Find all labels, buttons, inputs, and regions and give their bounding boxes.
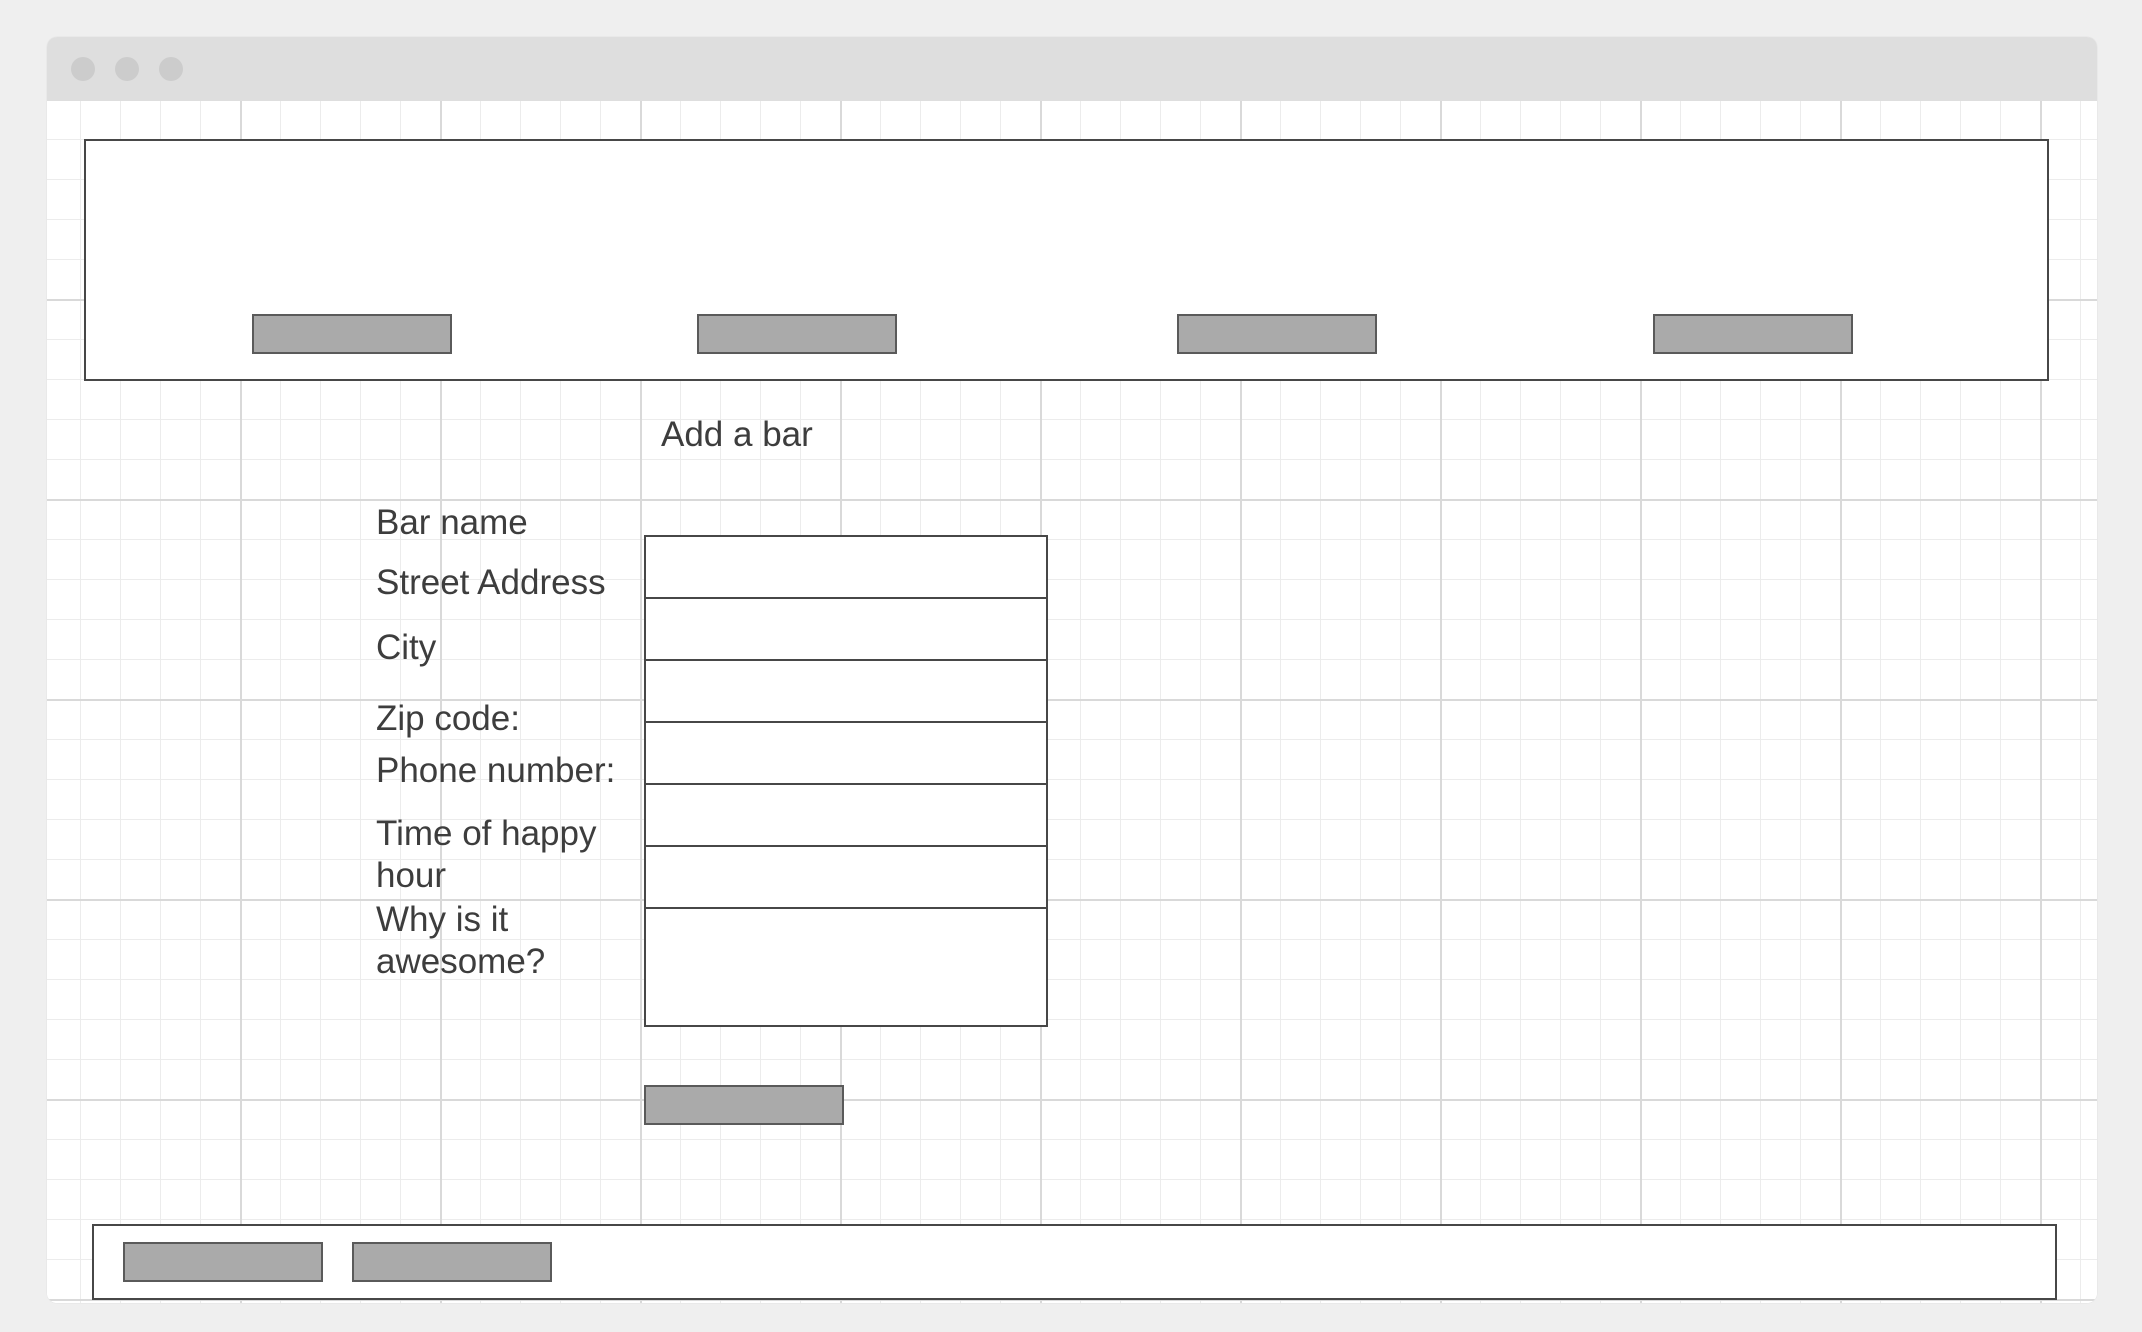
why-awesome-textarea[interactable] xyxy=(646,909,1046,1025)
footer-panel xyxy=(92,1224,2057,1300)
footer-button-2[interactable] xyxy=(352,1242,552,1282)
wireframe-canvas: Add a bar Bar name Street Address City Z… xyxy=(47,101,2097,1303)
browser-window: Add a bar Bar name Street Address City Z… xyxy=(47,37,2097,1303)
nav-button-2[interactable] xyxy=(697,314,897,354)
footer-button-1[interactable] xyxy=(123,1242,323,1282)
nav-button-3[interactable] xyxy=(1177,314,1377,354)
page-title: Add a bar xyxy=(661,415,813,454)
happy-hour-label: Time of happy hour xyxy=(376,814,597,895)
street-address-input[interactable] xyxy=(646,599,1046,659)
zip-code-input[interactable] xyxy=(646,723,1046,783)
happy-hour-field[interactable] xyxy=(644,845,1048,909)
phone-number-label: Phone number: xyxy=(376,751,616,790)
street-address-field[interactable] xyxy=(644,597,1048,661)
phone-number-field[interactable] xyxy=(644,783,1048,847)
zip-code-label: Zip code: xyxy=(376,699,520,738)
happy-hour-input[interactable] xyxy=(646,847,1046,907)
header-panel xyxy=(84,139,2049,381)
phone-number-input[interactable] xyxy=(646,785,1046,845)
window-minimize-dot[interactable] xyxy=(115,57,139,81)
zip-code-field[interactable] xyxy=(644,721,1048,785)
window-close-dot[interactable] xyxy=(71,57,95,81)
city-field[interactable] xyxy=(644,659,1048,723)
bar-name-input[interactable] xyxy=(646,537,1046,597)
why-awesome-label: Why is it awesome? xyxy=(376,900,546,981)
city-label: City xyxy=(376,628,437,667)
why-awesome-field[interactable] xyxy=(644,907,1048,1027)
bar-name-label: Bar name xyxy=(376,503,528,542)
street-address-label: Street Address xyxy=(376,563,606,602)
bar-name-field[interactable] xyxy=(644,535,1048,599)
window-zoom-dot[interactable] xyxy=(159,57,183,81)
submit-button[interactable] xyxy=(644,1085,844,1125)
nav-button-1[interactable] xyxy=(252,314,452,354)
city-input[interactable] xyxy=(646,661,1046,721)
nav-button-4[interactable] xyxy=(1653,314,1853,354)
window-titlebar xyxy=(47,37,2097,101)
